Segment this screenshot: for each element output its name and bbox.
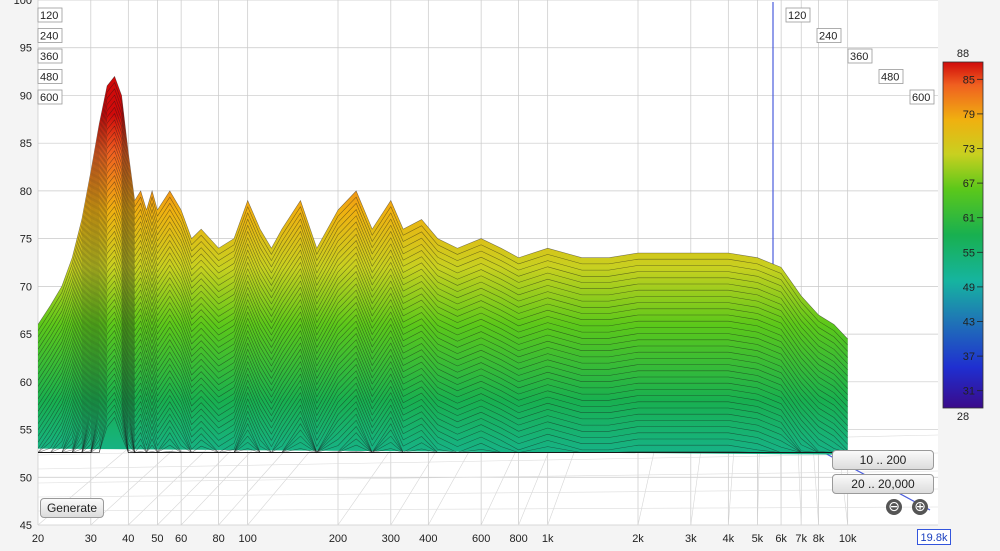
range-20-20000-button[interactable]: 20 .. 20,000 <box>832 474 934 494</box>
colorbar-tick-85: 85 <box>963 74 975 86</box>
x-tick-3k: 3k <box>685 533 697 545</box>
svg-text:360: 360 <box>40 51 58 63</box>
colorbar-tick-67: 67 <box>963 178 975 190</box>
x-tick-5k: 5k <box>752 533 764 545</box>
x-tick-7k: 7k <box>795 533 807 545</box>
colorbar-tick-73: 73 <box>963 144 975 156</box>
y-tick-55: 55 <box>20 425 32 437</box>
x-tick-6k: 6k <box>775 533 787 545</box>
y-tick-70: 70 <box>20 281 32 293</box>
svg-text:600: 600 <box>40 92 58 104</box>
y-tick-90: 90 <box>20 90 32 102</box>
x-tick-400: 400 <box>419 533 437 545</box>
colorbar-tick-55: 55 <box>963 247 975 259</box>
y-tick-45: 45 <box>20 520 32 532</box>
x-tick-100: 100 <box>239 533 257 545</box>
range-10-200-button[interactable]: 10 .. 200 <box>832 450 934 470</box>
svg-text:120: 120 <box>788 10 806 22</box>
z-tick-left-600: 600 <box>37 89 63 105</box>
x-tick-300: 300 <box>382 533 400 545</box>
generate-button[interactable]: Generate <box>40 498 104 518</box>
y-tick-65: 65 <box>20 329 32 341</box>
svg-text:480: 480 <box>881 72 899 84</box>
y-tick-95: 95 <box>20 43 32 55</box>
svg-text:240: 240 <box>819 31 837 43</box>
x-tick-40: 40 <box>122 533 134 545</box>
z-tick-left-240: 240 <box>37 28 63 43</box>
z-tick-right-240: 240 <box>816 28 842 43</box>
x-tick-200: 200 <box>329 533 347 545</box>
x-tick-10k: 10k <box>839 533 857 545</box>
x-tick-1k: 1k <box>542 533 554 545</box>
x-tick-30: 30 <box>85 533 97 545</box>
x-tick-600: 600 <box>472 533 490 545</box>
x-tick-800: 800 <box>509 533 527 545</box>
y-tick-80: 80 <box>20 186 32 198</box>
x-tick-labels: 20 30 40 50 60 80 100 200 300 400 600 800 1k 2k 3k 4k 5k… <box>32 533 857 545</box>
x-tick-4k: 4k <box>722 533 734 545</box>
colorbar-tick-79: 79 <box>963 109 975 121</box>
z-tick-right-120: 120 <box>785 7 811 23</box>
z-tick-right-480: 480 <box>878 69 904 84</box>
svg-text:360: 360 <box>850 51 868 63</box>
svg-text:480: 480 <box>40 72 58 84</box>
colorbar-tick-49: 49 <box>963 282 975 294</box>
y-tick-100: 100 <box>14 0 32 7</box>
y-tick-50: 50 <box>20 472 32 484</box>
z-tick-left-480: 480 <box>37 69 63 84</box>
colorbar-tick-31: 31 <box>963 386 975 398</box>
colorbar-max-label: 88 <box>956 48 970 60</box>
x-tick-80: 80 <box>212 533 224 545</box>
colorbar-min-label: 28 <box>956 411 970 423</box>
colorbar-tick-61: 61 <box>963 213 975 225</box>
y-tick-75: 75 <box>20 234 32 246</box>
z-tick-left-120: 120 <box>37 7 63 23</box>
x-tick-2k: 2k <box>632 533 644 545</box>
svg-text:600: 600 <box>912 92 930 104</box>
z-tick-right-360: 360 <box>847 48 873 64</box>
frequency-readout[interactable]: 19.8k <box>917 529 951 545</box>
y-tick-labels: 45 50 55 60 65 70 75 80 85 90 95 100 <box>14 0 32 532</box>
y-tick-85: 85 <box>20 138 32 150</box>
x-tick-8k: 8k <box>813 533 825 545</box>
x-tick-50: 50 <box>151 533 163 545</box>
x-tick-60: 60 <box>175 533 187 545</box>
colorbar-tick-43: 43 <box>963 317 975 329</box>
zoom-out-icon[interactable]: ⊖ <box>886 499 902 515</box>
svg-text:120: 120 <box>40 10 58 22</box>
zoom-in-icon[interactable]: ⊕ <box>912 499 928 515</box>
y-tick-60: 60 <box>20 377 32 389</box>
z-tick-left-360: 360 <box>37 48 63 64</box>
x-tick-20: 20 <box>32 533 44 545</box>
colorbar: 85 79 73 67 61 55 49 43 37 31 <box>942 61 984 409</box>
z-tick-right-600: 600 <box>909 89 935 105</box>
svg-text:240: 240 <box>40 31 58 43</box>
colorbar-tick-37: 37 <box>963 351 975 363</box>
